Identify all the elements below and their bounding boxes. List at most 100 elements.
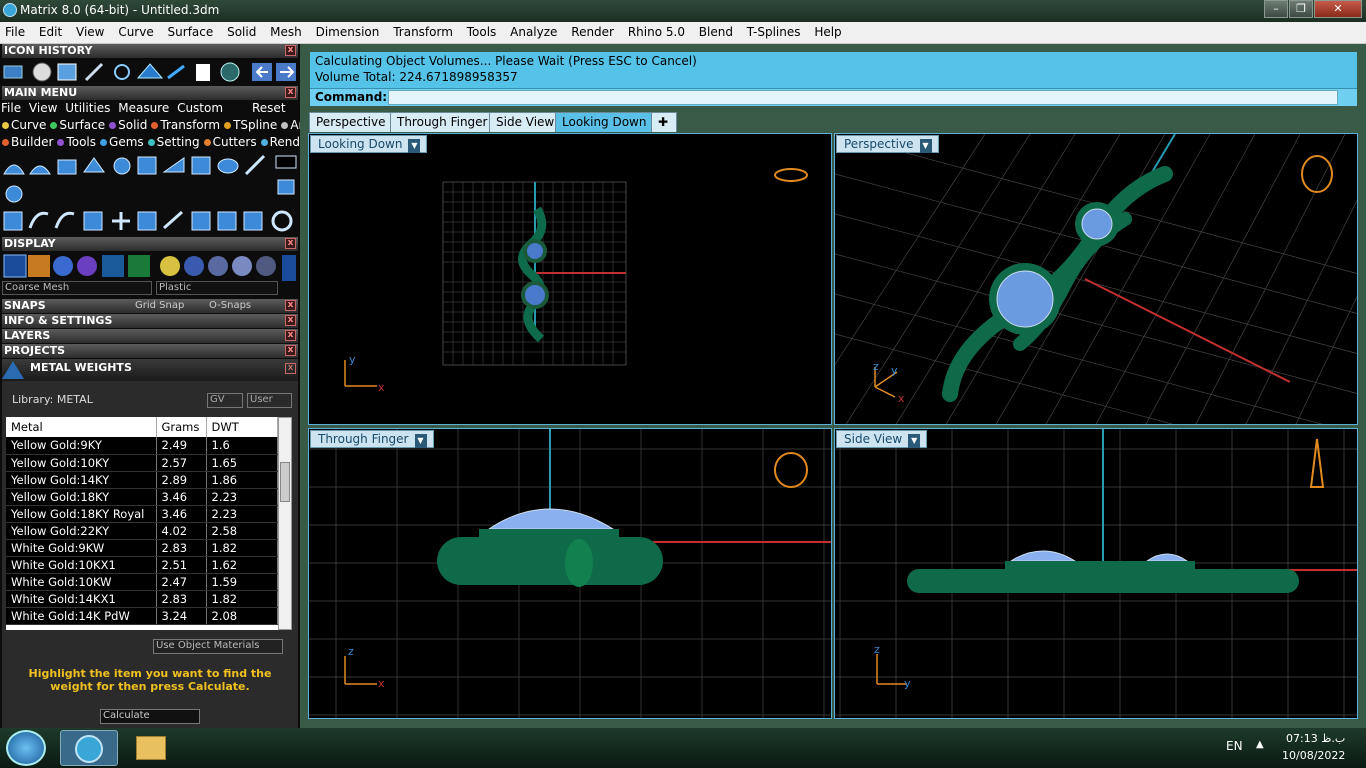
chevron-down-icon[interactable]: ▼ bbox=[414, 434, 427, 448]
projects-header[interactable]: PROJECTS x bbox=[2, 344, 298, 358]
table-row[interactable]: Yellow Gold:22KY 4.02 2.58 bbox=[6, 522, 278, 540]
mm-tools[interactable]: Tools bbox=[57, 135, 96, 149]
close-icon[interactable]: x bbox=[285, 345, 296, 356]
calculate-button[interactable]: Calculate bbox=[100, 709, 200, 724]
metal-weights-header[interactable]: METAL WEIGHTS x bbox=[2, 359, 298, 381]
mm-builder[interactable]: Builder bbox=[2, 135, 53, 149]
taskbar-matrix-app[interactable] bbox=[60, 730, 118, 766]
tab-side-view[interactable]: Side View bbox=[489, 112, 562, 132]
menu-render[interactable]: Render bbox=[566, 22, 619, 39]
close-icon[interactable]: x bbox=[285, 363, 296, 374]
gv-toggle[interactable]: GV bbox=[207, 393, 243, 408]
scroll-thumb[interactable] bbox=[280, 462, 290, 502]
start-button[interactable] bbox=[6, 730, 46, 766]
tab-perspective[interactable]: Perspective bbox=[309, 112, 393, 132]
chevron-down-icon[interactable]: ▼ bbox=[919, 139, 932, 153]
col-metal[interactable]: Metal bbox=[6, 417, 157, 437]
menu-curve[interactable]: Curve bbox=[113, 22, 158, 39]
layers-header[interactable]: LAYERS x bbox=[2, 329, 298, 343]
table-row[interactable]: Yellow Gold:18KY Royal 3.46 2.23 bbox=[6, 505, 278, 523]
mm-curve[interactable]: Curve bbox=[2, 118, 46, 132]
col-grams[interactable]: Grams bbox=[156, 417, 207, 437]
menu-rhino[interactable]: Rhino 5.0 bbox=[623, 22, 690, 39]
mm-cutters[interactable]: Cutters bbox=[203, 135, 257, 149]
viewport-label-looking-down[interactable]: Looking Down ▼ bbox=[310, 135, 428, 153]
tray-arrow-icon[interactable]: ▲ bbox=[1256, 739, 1264, 750]
close-icon[interactable]: x bbox=[285, 300, 296, 311]
mm-transform[interactable]: Transform bbox=[151, 118, 220, 132]
col-dwt[interactable]: DWT bbox=[206, 417, 278, 437]
taskbar-explorer-app[interactable] bbox=[122, 730, 180, 766]
mm-utilities[interactable]: Utilities bbox=[65, 101, 110, 115]
table-row[interactable]: White Gold:14KX1 2.83 1.82 bbox=[6, 590, 278, 608]
menu-dimension[interactable]: Dimension bbox=[311, 22, 385, 39]
use-object-materials-button[interactable]: Use Object Materials bbox=[153, 639, 283, 654]
mm-gems[interactable]: Gems bbox=[100, 135, 144, 149]
table-scrollbar[interactable] bbox=[278, 417, 292, 630]
mm-surface[interactable]: Surface bbox=[50, 118, 105, 132]
menu-file[interactable]: File bbox=[0, 22, 30, 39]
menu-solid[interactable]: Solid bbox=[222, 22, 261, 39]
menu-mesh[interactable]: Mesh bbox=[265, 22, 307, 39]
menu-transform[interactable]: Transform bbox=[388, 22, 458, 39]
grid-snap-toggle[interactable]: Grid Snap bbox=[135, 299, 184, 313]
viewport-looking-down[interactable]: y x Looking Down ▼ bbox=[308, 133, 832, 425]
mm-view[interactable]: View bbox=[29, 101, 57, 115]
tab-through-finger[interactable]: Through Finger bbox=[390, 112, 495, 132]
mm-reset[interactable]: Reset bbox=[252, 101, 286, 115]
close-icon[interactable]: x bbox=[285, 238, 296, 249]
table-row[interactable]: Yellow Gold:14KY 2.89 1.86 bbox=[6, 471, 278, 489]
viewport-perspective[interactable]: z y x Perspective ▼ bbox=[834, 133, 1358, 425]
icon-history-header[interactable]: ICON HISTORY x bbox=[2, 44, 298, 58]
command-input[interactable] bbox=[388, 90, 1338, 105]
close-button[interactable]: ✕ bbox=[1314, 0, 1362, 18]
restore-button[interactable]: ❐ bbox=[1289, 0, 1313, 18]
table-row[interactable]: White Gold:10KW 2.47 1.59 bbox=[6, 573, 278, 591]
chevron-down-icon[interactable]: ▼ bbox=[908, 434, 921, 448]
close-icon[interactable]: x bbox=[285, 45, 296, 56]
mm-solid[interactable]: Solid bbox=[109, 118, 147, 132]
table-row[interactable]: White Gold:14K PdW 3.24 2.08 bbox=[6, 607, 278, 625]
viewport-label-perspective[interactable]: Perspective ▼ bbox=[836, 135, 939, 153]
menu-blend[interactable]: Blend bbox=[694, 22, 738, 39]
mm-tspline[interactable]: TSpline bbox=[224, 118, 277, 132]
close-icon[interactable]: x bbox=[285, 330, 296, 341]
table-row[interactable]: Yellow Gold:10KY 2.57 1.65 bbox=[6, 454, 278, 472]
viewport-side-view[interactable]: z y Side View ▼ bbox=[834, 428, 1358, 719]
close-icon[interactable]: x bbox=[285, 87, 296, 98]
viewport-through-finger[interactable]: z x Through Finger ▼ bbox=[308, 428, 832, 719]
viewport-label-through-finger[interactable]: Through Finger ▼ bbox=[310, 430, 434, 448]
tab-looking-down[interactable]: Looking Down bbox=[555, 112, 654, 132]
display-mode-icons[interactable] bbox=[2, 253, 298, 285]
mm-file[interactable]: File bbox=[1, 101, 21, 115]
menu-edit[interactable]: Edit bbox=[34, 22, 67, 39]
metal-weights-table[interactable]: Metal Grams DWT Yellow Gold:9KY 2.49 1.6 Ye… bbox=[6, 417, 278, 630]
viewport-label-side-view[interactable]: Side View ▼ bbox=[836, 430, 928, 448]
language-indicator[interactable]: EN bbox=[1226, 739, 1243, 753]
chevron-down-icon[interactable]: ▼ bbox=[408, 139, 421, 153]
table-row[interactable]: Yellow Gold:18KY 3.46 2.23 bbox=[6, 488, 278, 506]
clock-date[interactable]: 10/08/2022 bbox=[1282, 749, 1345, 762]
info-settings-header[interactable]: INFO & SETTINGS x bbox=[2, 314, 298, 328]
mm-setting[interactable]: Setting bbox=[147, 135, 200, 149]
display-header[interactable]: DISPLAY x bbox=[2, 237, 298, 251]
menu-view[interactable]: View bbox=[71, 22, 109, 39]
mesh-select[interactable]: Coarse Mesh bbox=[2, 281, 152, 295]
table-row[interactable]: Yellow Gold:9KY 2.49 1.6 bbox=[6, 437, 278, 455]
close-icon[interactable]: x bbox=[285, 315, 296, 326]
clock-time[interactable]: 07:13 ب.ظ bbox=[1286, 732, 1345, 745]
menu-tools[interactable]: Tools bbox=[462, 22, 502, 39]
add-tab-button[interactable]: ✚ bbox=[651, 112, 677, 132]
mm-measure[interactable]: Measure bbox=[118, 101, 169, 115]
icon-history-icons[interactable] bbox=[2, 60, 298, 86]
menu-surface[interactable]: Surface bbox=[163, 22, 219, 39]
mm-custom[interactable]: Custom bbox=[177, 101, 223, 115]
snaps-header[interactable]: SNAPS Grid Snap O-Snaps x bbox=[2, 299, 298, 313]
menu-help[interactable]: Help bbox=[809, 22, 846, 39]
table-row[interactable]: White Gold:9KW 2.83 1.82 bbox=[6, 539, 278, 557]
material-select[interactable]: Plastic bbox=[156, 281, 278, 295]
menu-analyze[interactable]: Analyze bbox=[505, 22, 562, 39]
main-menu-header[interactable]: MAIN MENU x bbox=[2, 86, 298, 100]
minimize-button[interactable]: – bbox=[1264, 0, 1288, 18]
table-row[interactable]: White Gold:10KX1 2.51 1.62 bbox=[6, 556, 278, 574]
